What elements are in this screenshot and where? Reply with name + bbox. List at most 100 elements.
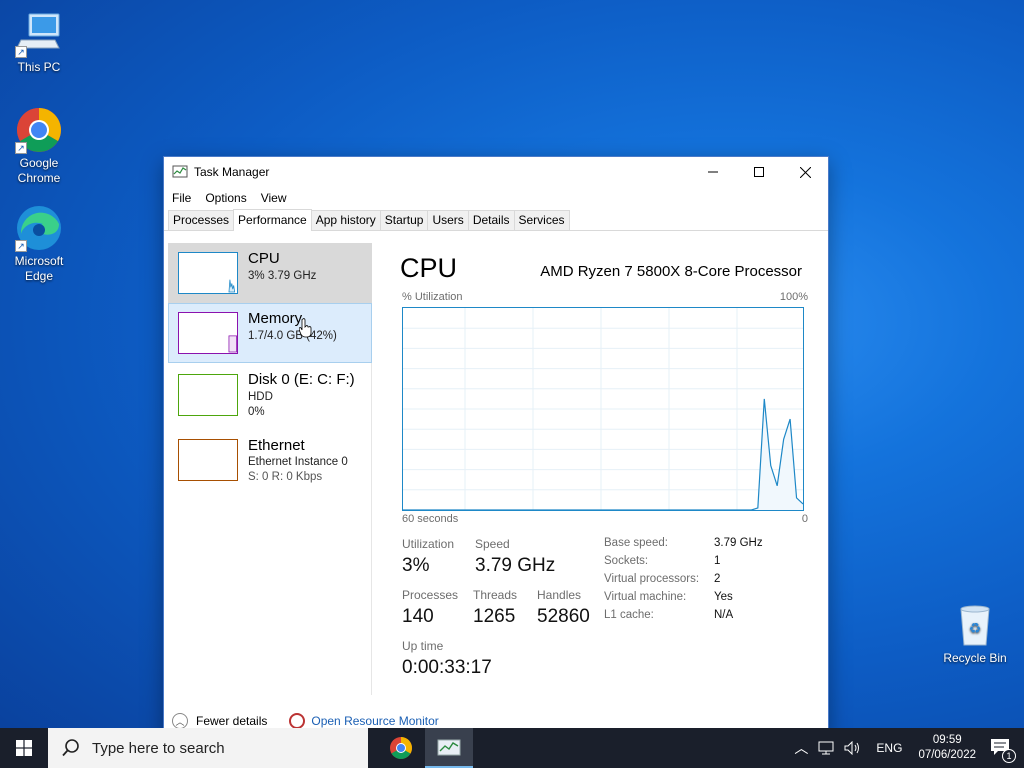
speaker-icon[interactable] xyxy=(844,741,862,755)
graph-time-label: 60 seconds xyxy=(402,513,459,525)
sidebar-item-disk[interactable]: Disk 0 (E: C: F:) HDD 0% xyxy=(168,367,372,427)
menu-view[interactable]: View xyxy=(261,191,287,205)
sidebar-item-detail: 0% xyxy=(248,406,265,418)
chevron-up-icon[interactable]: ︿ xyxy=(172,713,188,729)
tab-strip: Processes Performance App history Startu… xyxy=(164,209,828,231)
spec-value: N/A xyxy=(714,609,734,621)
tab-app-history[interactable]: App history xyxy=(310,210,381,230)
close-button[interactable] xyxy=(782,157,828,187)
disk-thumbnail-graph xyxy=(178,374,238,416)
fewer-details-link[interactable]: Fewer details xyxy=(196,714,267,728)
spec-value: Yes xyxy=(714,591,733,603)
minimize-button[interactable] xyxy=(690,157,736,187)
cpu-usage-line xyxy=(403,398,803,510)
utilization-value: 3% xyxy=(402,555,430,576)
desktop-icon-label: Recycle Bin xyxy=(943,651,1007,665)
speed-value: 3.79 GHz xyxy=(475,555,556,576)
network-icon[interactable] xyxy=(818,741,834,755)
processor-name: AMD Ryzen 7 5800X 8-Core Processor xyxy=(540,263,802,280)
title-bar[interactable]: Task Manager xyxy=(164,157,828,187)
tab-users[interactable]: Users xyxy=(427,210,469,230)
desktop-icon-recycle-bin[interactable]: ♻ Recycle Bin xyxy=(937,601,1013,666)
taskbar-task-manager-button[interactable] xyxy=(425,728,473,768)
close-icon xyxy=(799,166,811,178)
desktop-icon-google-chrome[interactable]: ↗ Google Chrome xyxy=(1,106,77,186)
threads-label: Threads xyxy=(473,588,518,602)
menu-file[interactable]: File xyxy=(172,191,191,205)
sidebar-item-detail: 3% 3.79 GHz xyxy=(248,270,317,282)
maximize-icon xyxy=(754,167,764,177)
desktop-icon-this-pc[interactable]: ↗ This PC xyxy=(1,10,77,75)
handles-label: Handles xyxy=(537,588,582,602)
spec-key: L1 cache: xyxy=(604,609,654,621)
resource-monitor-icon xyxy=(289,713,306,729)
desktop-icon-label: This PC xyxy=(17,60,61,74)
search-icon xyxy=(62,739,79,757)
performance-sidebar: CPU 3% 3.79 GHz Memory 1.7/4.0 GB (42%) … xyxy=(168,243,372,695)
processes-value: 140 xyxy=(402,606,434,627)
tab-details[interactable]: Details xyxy=(467,210,515,230)
tab-services[interactable]: Services xyxy=(513,210,570,230)
graph-min-label: 0 xyxy=(801,513,808,525)
task-manager-window: Task Manager File Options View Processes… xyxy=(163,156,829,736)
sidebar-item-ethernet[interactable]: Ethernet Ethernet Instance 0 S: 0 R: 0 K… xyxy=(168,433,372,493)
chrome-icon: ↗ xyxy=(15,106,63,154)
task-manager-icon xyxy=(172,165,188,178)
ethernet-thumbnail-graph xyxy=(178,439,238,481)
sidebar-item-memory[interactable]: Memory 1.7/4.0 GB (42%) xyxy=(168,303,372,363)
svg-text:♻: ♻ xyxy=(969,621,982,637)
menu-bar: File Options View xyxy=(164,187,828,209)
computer-icon: ↗ xyxy=(15,10,63,58)
uptime-label: Up time xyxy=(402,639,444,653)
tab-performance[interactable]: Performance xyxy=(233,209,312,231)
sidebar-item-name: Disk 0 (E: C: F:) xyxy=(248,371,355,388)
processes-label: Processes xyxy=(402,588,459,602)
windows-logo-icon xyxy=(16,740,32,756)
language-indicator[interactable]: ENG xyxy=(876,741,902,755)
spec-key: Virtual processors: xyxy=(604,573,700,585)
clock-time: 09:59 xyxy=(932,734,962,746)
notification-count-badge: 1 xyxy=(1002,748,1016,763)
minimize-icon xyxy=(708,171,718,173)
cpu-thumbnail-graph xyxy=(178,252,238,294)
search-placeholder: Type here to search xyxy=(92,739,225,757)
sidebar-item-name: Memory xyxy=(248,310,303,327)
spec-key: Base speed: xyxy=(604,537,668,549)
spec-key: Sockets: xyxy=(604,555,649,567)
system-tray: ︿ ENG 09:59 07/06/2022 1 xyxy=(794,728,1024,768)
sidebar-item-detail: S: 0 R: 0 Kbps xyxy=(248,471,323,483)
desktop-icon-label: Microsoft xyxy=(14,254,64,268)
speed-label: Speed xyxy=(475,537,510,551)
desktop-icon-label: Edge xyxy=(24,269,54,283)
spec-value: 1 xyxy=(714,555,721,567)
memory-thumbnail-graph xyxy=(178,312,238,354)
clock[interactable]: 09:59 07/06/2022 xyxy=(918,733,976,763)
menu-options[interactable]: Options xyxy=(205,191,246,205)
recycle-bin-icon: ♻ xyxy=(951,601,999,649)
hand-cursor-icon xyxy=(299,318,312,338)
notification-center-button[interactable]: 1 xyxy=(990,738,1016,763)
utilization-label: Utilization xyxy=(402,537,455,551)
chevron-up-icon[interactable]: ︿ xyxy=(794,738,808,758)
taskbar-search-box[interactable]: Type here to search xyxy=(48,728,368,768)
spec-value: 3.79 GHz xyxy=(714,537,763,549)
clock-date: 07/06/2022 xyxy=(918,749,976,761)
uptime-value: 0:00:33:17 xyxy=(402,657,492,678)
sidebar-item-cpu[interactable]: CPU 3% 3.79 GHz xyxy=(168,243,372,303)
maximize-button[interactable] xyxy=(736,157,782,187)
taskbar-chrome-button[interactable] xyxy=(377,728,425,768)
chrome-icon xyxy=(390,737,412,759)
cpu-usage-area xyxy=(403,398,803,510)
open-resource-monitor-link[interactable]: Open Resource Monitor xyxy=(311,714,438,728)
spec-value: 2 xyxy=(714,573,721,585)
cpu-title: CPU xyxy=(400,253,458,283)
cpu-utilization-graph xyxy=(402,307,804,511)
desktop-icon-microsoft-edge[interactable]: ↗ Microsoft Edge xyxy=(1,204,77,284)
task-manager-icon xyxy=(437,739,461,756)
tab-processes[interactable]: Processes xyxy=(168,210,235,230)
edge-icon: ↗ xyxy=(15,204,63,252)
graph-y-label: % Utilization xyxy=(402,291,463,303)
start-button[interactable] xyxy=(0,728,48,768)
tab-startup[interactable]: Startup xyxy=(379,210,429,230)
taskbar: Type here to search ︿ ENG 09:59 07/06/20… xyxy=(0,728,1024,768)
